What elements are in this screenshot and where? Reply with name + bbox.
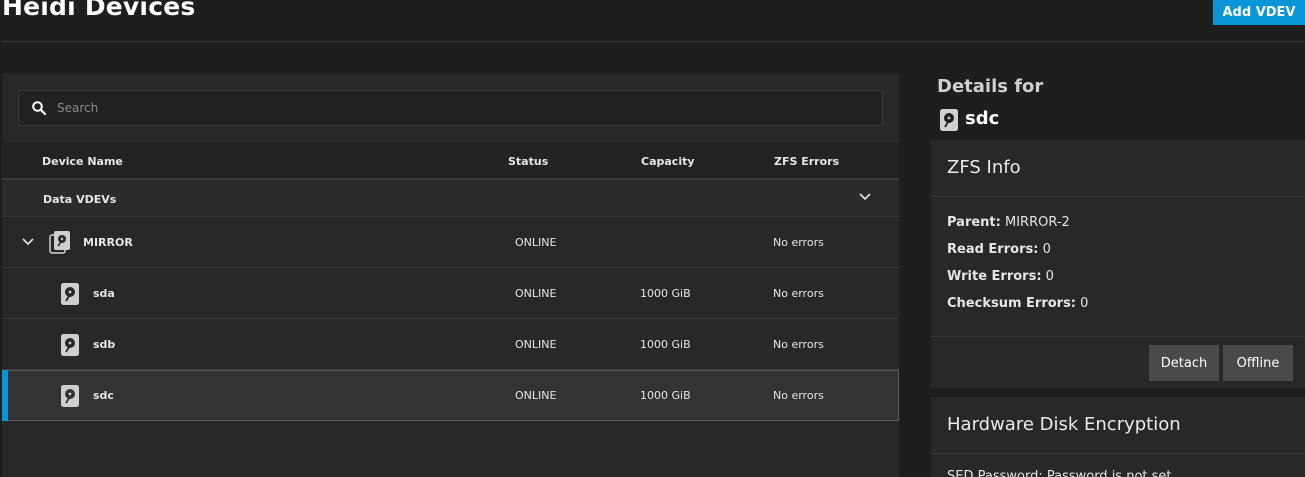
hardware-encryption-card: Hardware Disk Encryption SED Password: P… bbox=[931, 397, 1305, 477]
table-row-selected[interactable]: sdc ONLINE 1000 GiB No errors bbox=[2, 370, 899, 421]
details-title: Details for bbox=[937, 76, 1044, 97]
device-name: sda bbox=[93, 287, 115, 300]
search-box[interactable] bbox=[18, 90, 883, 126]
device-errors: No errors bbox=[773, 287, 824, 300]
parent-line: Parent: MIRROR-2 bbox=[947, 215, 1070, 230]
chevron-down-icon[interactable] bbox=[858, 192, 872, 202]
device-capacity: 1000 GiB bbox=[640, 287, 691, 300]
page: Heidi Devices Add VDEV Device Name Statu… bbox=[0, 0, 1305, 477]
card-divider bbox=[931, 336, 1305, 337]
sed-password-line: SED Password: Password is not set bbox=[947, 469, 1172, 477]
device-capacity: 1000 GiB bbox=[640, 338, 691, 351]
read-errors-value: 0 bbox=[1042, 242, 1051, 257]
selection-indicator bbox=[2, 370, 8, 421]
add-vdev-button[interactable]: Add VDEV bbox=[1213, 0, 1305, 25]
device-name: sdc bbox=[93, 389, 114, 402]
column-zfs-errors[interactable]: ZFS Errors bbox=[774, 155, 839, 168]
device-status: ONLINE bbox=[515, 389, 557, 402]
zfs-info-title: ZFS Info bbox=[947, 157, 1021, 178]
device-status: ONLINE bbox=[515, 236, 557, 249]
header-divider bbox=[2, 41, 1305, 42]
parent-label: Parent: bbox=[947, 215, 1001, 230]
detach-button[interactable]: Detach bbox=[1149, 345, 1219, 381]
device-status: ONLINE bbox=[515, 287, 557, 300]
group-row-data-vdevs[interactable]: Data VDEVs bbox=[2, 180, 899, 217]
device-errors: No errors bbox=[773, 389, 824, 402]
device-name: MIRROR bbox=[83, 236, 133, 249]
table-row[interactable]: sda ONLINE 1000 GiB No errors bbox=[2, 268, 899, 319]
hard-disk-icon bbox=[61, 283, 79, 305]
column-status[interactable]: Status bbox=[508, 155, 548, 168]
hard-disk-icon bbox=[940, 109, 958, 131]
column-capacity[interactable]: Capacity bbox=[641, 155, 695, 168]
zfs-info-card: ZFS Info Parent: MIRROR-2 Read Errors: 0… bbox=[931, 140, 1305, 388]
group-label: Data VDEVs bbox=[43, 193, 117, 206]
search-icon bbox=[32, 101, 47, 116]
hard-disk-icon bbox=[61, 385, 79, 407]
search-input[interactable] bbox=[57, 91, 857, 125]
chevron-down-icon[interactable] bbox=[21, 237, 35, 247]
card-divider bbox=[931, 196, 1305, 197]
column-device-name[interactable]: Device Name bbox=[42, 155, 123, 168]
table-row[interactable]: sdb ONLINE 1000 GiB No errors bbox=[2, 319, 899, 370]
card-divider bbox=[931, 453, 1305, 454]
read-errors-line: Read Errors: 0 bbox=[947, 242, 1051, 257]
details-disk-name: sdc bbox=[965, 108, 1000, 129]
device-errors: No errors bbox=[773, 338, 824, 351]
device-status: ONLINE bbox=[515, 338, 557, 351]
write-errors-value: 0 bbox=[1045, 269, 1054, 284]
device-errors: No errors bbox=[773, 236, 824, 249]
checksum-errors-label: Checksum Errors: bbox=[947, 296, 1077, 311]
hard-disk-icon bbox=[61, 334, 79, 356]
write-errors-line: Write Errors: 0 bbox=[947, 269, 1054, 284]
table-header: Device Name Status Capacity ZFS Errors bbox=[2, 142, 899, 180]
device-capacity: 1000 GiB bbox=[640, 389, 691, 402]
checksum-errors-value: 0 bbox=[1080, 296, 1089, 311]
write-errors-label: Write Errors: bbox=[947, 269, 1042, 284]
vdev-stack-icon bbox=[49, 231, 70, 254]
table-row[interactable]: MIRROR ONLINE No errors bbox=[2, 217, 899, 268]
parent-value: MIRROR-2 bbox=[1005, 215, 1070, 230]
offline-button[interactable]: Offline bbox=[1223, 345, 1293, 381]
devices-panel: Device Name Status Capacity ZFS Errors D… bbox=[2, 74, 899, 477]
device-name: sdb bbox=[93, 338, 116, 351]
read-errors-label: Read Errors: bbox=[947, 242, 1039, 257]
page-title: Heidi Devices bbox=[2, 0, 196, 21]
hardware-encryption-title: Hardware Disk Encryption bbox=[947, 414, 1181, 435]
checksum-errors-line: Checksum Errors: 0 bbox=[947, 296, 1088, 311]
